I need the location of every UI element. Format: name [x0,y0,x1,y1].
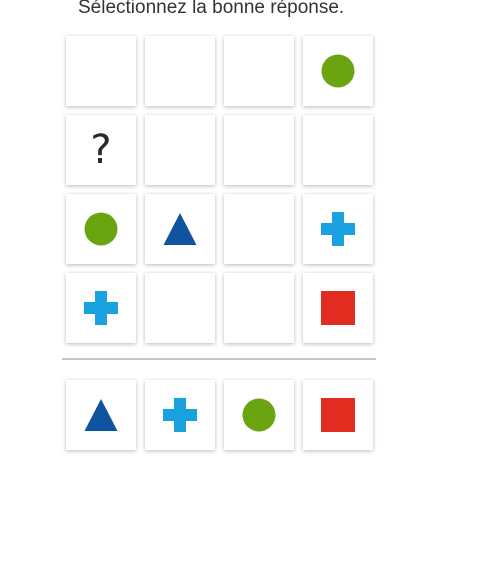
answer-option-circle[interactable] [224,380,294,450]
cross-icon [321,212,355,246]
circle-icon [242,398,276,432]
cross-icon [84,291,118,325]
circle-icon [321,54,355,88]
grid-cell [224,36,294,106]
answer-option-square[interactable] [303,380,373,450]
grid-cell [224,273,294,343]
grid-cell [303,36,373,106]
square-icon [321,291,355,325]
circle-icon [84,212,118,246]
grid-cell [224,194,294,264]
grid-cell [145,273,215,343]
answer-option-triangle[interactable] [66,380,136,450]
grid-cell [66,194,136,264]
grid-cell [224,115,294,185]
grid-cell [303,273,373,343]
grid-cell [145,115,215,185]
grid-cell [145,36,215,106]
grid-cell [303,194,373,264]
question-mark: ? [90,127,112,173]
grid-cell [145,194,215,264]
triangle-icon [84,399,118,431]
answer-option-cross[interactable] [145,380,215,450]
instruction-text: Sélectionnez la bonne réponse. [78,0,345,18]
square-icon [321,398,355,432]
cross-icon [163,398,197,432]
grid-cell [66,36,136,106]
triangle-icon [163,213,197,245]
divider [62,358,376,360]
grid-cell: ? [66,115,136,185]
grid-cell [66,273,136,343]
grid-cell [303,115,373,185]
